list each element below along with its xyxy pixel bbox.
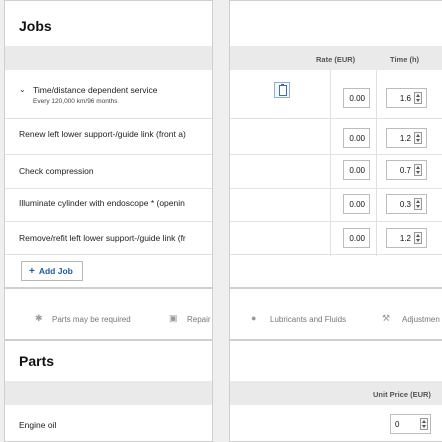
row-separator [5, 188, 212, 189]
job-title-3: Illuminate cylinder with endoscope * (op… [19, 198, 185, 208]
card-edge [230, 287, 442, 289]
card-edge [230, 339, 442, 341]
column-separator [330, 70, 331, 256]
unit-price-stepper-0[interactable] [420, 418, 428, 430]
rate-column-header: Rate (EUR) [316, 55, 356, 64]
rate-input-0[interactable]: 0.00 [343, 88, 370, 108]
adjustment-icon: ⚒ [382, 313, 391, 323]
job-sub-0: Every 120,000 km/96 months [33, 98, 118, 105]
legend-adjustment: Adjustmen [402, 315, 440, 324]
job-title-4: Remove/refit left lower support-/guide l… [19, 233, 186, 243]
asterisk-icon: ✱ [35, 313, 43, 323]
parts-title: Parts [19, 353, 55, 369]
row-separator [5, 221, 212, 222]
rate-input-4[interactable]: 0.00 [343, 228, 370, 248]
row-separator [230, 154, 442, 155]
row-separator [5, 254, 212, 255]
repair-icon: ▣ [169, 313, 178, 323]
legend-repair: Repair [187, 315, 211, 324]
row-separator [5, 154, 212, 155]
column-separator [376, 70, 377, 256]
plus-icon: + [29, 265, 35, 277]
rate-input-3[interactable]: 0.00 [343, 194, 370, 214]
add-job-button[interactable]: + Add Job [21, 261, 83, 281]
rate-input-1[interactable]: 0.00 [343, 128, 370, 148]
jobs-title: Jobs [19, 18, 52, 34]
clipboard-icon[interactable] [274, 82, 290, 98]
unit-price-column-header: Unit Price (EUR) [373, 390, 431, 399]
time-stepper-2[interactable] [414, 164, 422, 176]
row-separator [230, 254, 442, 255]
time-stepper-3[interactable] [414, 198, 422, 210]
card-edge [5, 287, 212, 289]
time-stepper-4[interactable] [414, 232, 422, 244]
card-edge [5, 339, 212, 341]
left-panel: Jobs ⌄ Time/distance dependent service E… [4, 0, 213, 442]
part-title-0: Engine oil [19, 420, 57, 430]
time-stepper-0[interactable] [414, 92, 422, 104]
job-title-0: Time/distance dependent service [33, 85, 158, 95]
row-separator [230, 118, 442, 119]
time-column-header: Time (h) [390, 55, 420, 64]
legend-parts: Parts may be required [52, 315, 131, 324]
job-title-1: Renew left lower support-/guide link (fr… [19, 129, 186, 139]
drop-icon: ● [251, 313, 257, 323]
right-panel: Rate (EUR) Time (h) ● Lubricants and Flu… [229, 0, 442, 442]
time-stepper-1[interactable] [414, 132, 422, 144]
parts-header-band [5, 381, 212, 405]
row-separator [230, 221, 442, 222]
row-separator [5, 118, 212, 119]
job-title-2: Check compression [19, 166, 94, 176]
chevron-down-icon[interactable]: ⌄ [19, 85, 26, 94]
rate-input-2[interactable]: 0.00 [343, 160, 370, 180]
jobs-header-band [5, 46, 212, 70]
row-separator [230, 188, 442, 189]
legend-lubricants: Lubricants and Fluids [270, 315, 347, 324]
